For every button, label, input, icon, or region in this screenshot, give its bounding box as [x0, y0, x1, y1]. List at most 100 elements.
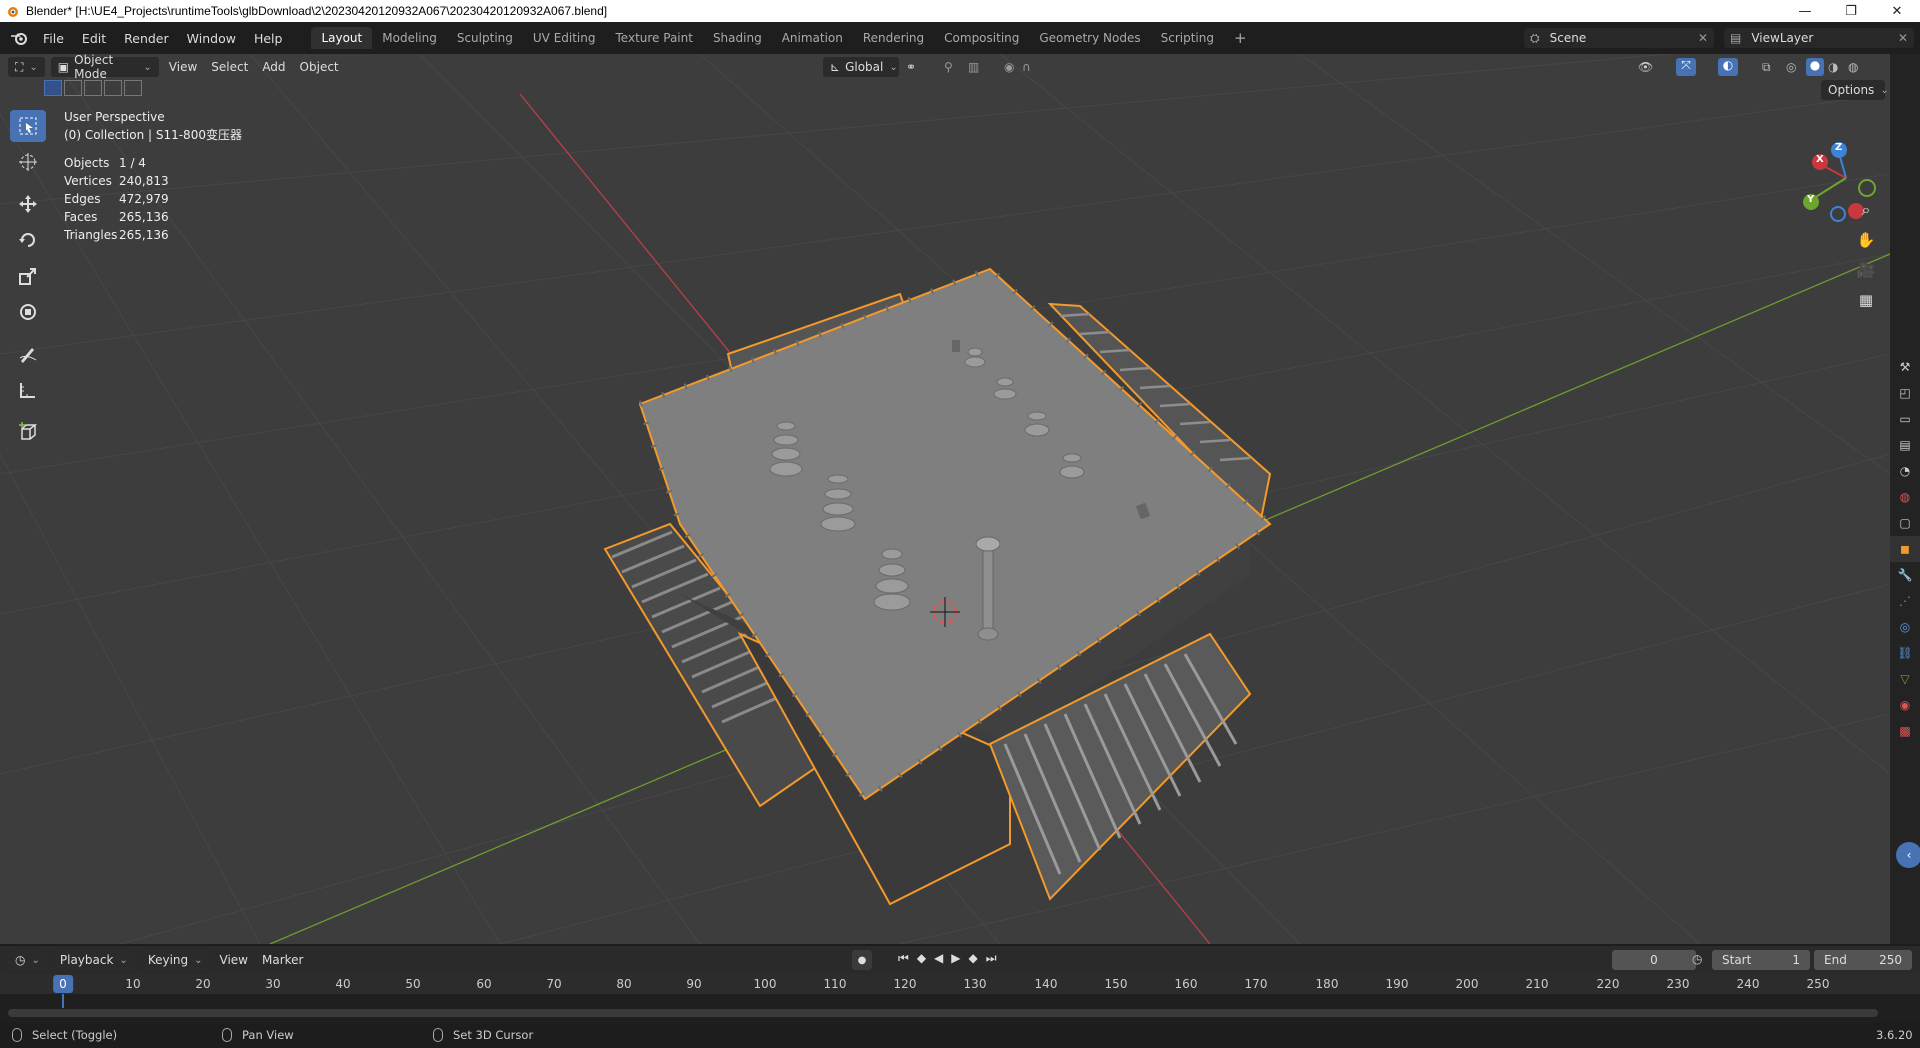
end-frame-field[interactable]: End 250 [1814, 950, 1912, 970]
camera-view-icon[interactable]: 🎥 [1852, 256, 1880, 284]
menu-playback[interactable]: Playback [52, 950, 135, 970]
gizmo-y-label[interactable]: Y [1807, 194, 1814, 205]
3d-viewport[interactable]: Z X Y User Perspective (0) Collection | … [0, 54, 1890, 944]
playhead-frame[interactable]: 0 [53, 975, 73, 993]
timeline-scrollbar[interactable] [8, 1009, 1878, 1017]
jump-start-icon[interactable]: ⏮ [898, 951, 909, 966]
material-properties-icon[interactable]: ◉ [1890, 692, 1920, 718]
select-extend-icon[interactable] [64, 80, 82, 96]
menu-help[interactable]: Help [245, 31, 292, 46]
mode-dropdown[interactable]: ▣ Object Mode [50, 53, 159, 81]
minimize-button[interactable]: — [1782, 0, 1828, 22]
tab-layout[interactable]: Layout [311, 27, 373, 49]
timeline-area[interactable]: 0 10 20 30 40 50 60 70 80 90 100 110 120… [0, 974, 1920, 1022]
proportional-edit-icon[interactable]: ◉ [1004, 60, 1014, 74]
menu-edit[interactable]: Edit [73, 31, 115, 46]
tool-cursor[interactable] [10, 146, 46, 178]
visibility-icon[interactable]: 👁 [1638, 60, 1653, 74]
scene-close-icon[interactable]: ✕ [1698, 31, 1708, 45]
view-layer-close-icon[interactable]: ✕ [1898, 31, 1908, 45]
tool-annotate[interactable] [10, 338, 46, 370]
rendered-shading-icon[interactable]: ◍ [1848, 60, 1858, 74]
tool-rotate[interactable] [10, 224, 46, 256]
timeline-editor-type[interactable]: ◷ [8, 950, 47, 970]
current-frame-field[interactable]: 0 [1612, 950, 1696, 970]
playhead-line[interactable] [62, 994, 64, 1008]
view-layer-selector[interactable]: ▤ ViewLayer ✕ [1724, 28, 1914, 48]
tab-uv-editing[interactable]: UV Editing [523, 27, 606, 49]
tool-scale[interactable] [10, 260, 46, 292]
menu-add[interactable]: Add [255, 57, 292, 77]
menu-view[interactable]: View [162, 57, 204, 77]
scene-selector[interactable]: ⛭ Scene ✕ [1524, 28, 1714, 48]
menu-render[interactable]: Render [115, 31, 178, 46]
data-properties-icon[interactable]: ▽ [1890, 666, 1920, 692]
texture-properties-icon[interactable]: ▩ [1890, 718, 1920, 744]
jump-end-icon[interactable]: ⏭ [986, 951, 997, 966]
tool-move[interactable] [10, 188, 46, 220]
tool-properties-icon[interactable]: ⚒ [1890, 354, 1920, 380]
perspective-toggle-icon[interactable]: ▦ [1852, 286, 1880, 314]
select-intersect-icon[interactable] [124, 80, 142, 96]
menu-keying[interactable]: Keying [140, 950, 210, 970]
modifier-properties-icon[interactable]: 🔧 [1890, 562, 1920, 588]
next-keyframe-icon[interactable]: ◆ [969, 951, 978, 966]
solid-shading-icon[interactable]: ● [1806, 58, 1824, 76]
maximize-button[interactable]: ❐ [1828, 0, 1874, 22]
frame-ruler[interactable]: 0 10 20 30 40 50 60 70 80 90 100 110 120… [0, 974, 1920, 994]
snap-icon[interactable]: ⚲ [944, 60, 953, 74]
falloff-icon[interactable]: ∩ [1022, 60, 1031, 74]
tab-rendering[interactable]: Rendering [853, 27, 934, 49]
menu-file[interactable]: File [34, 31, 73, 46]
menu-timeline-view[interactable]: View [213, 950, 255, 970]
close-button[interactable]: ✕ [1874, 0, 1920, 22]
tab-animation[interactable]: Animation [772, 27, 853, 49]
tab-sculpting[interactable]: Sculpting [447, 27, 523, 49]
play-icon[interactable]: ▶ [951, 951, 960, 966]
use-preview-range-icon[interactable]: ◷ [1692, 952, 1702, 966]
tool-transform[interactable] [10, 296, 46, 328]
options-dropdown[interactable]: Options [1821, 80, 1885, 100]
material-shading-icon[interactable]: ◑ [1828, 60, 1838, 74]
play-reverse-icon[interactable]: ◀ [934, 951, 943, 966]
pan-hand-icon[interactable]: ✋ [1852, 226, 1880, 254]
menu-object[interactable]: Object [293, 57, 346, 77]
tool-select-box[interactable] [10, 110, 46, 142]
particles-properties-icon[interactable]: ⋰ [1890, 588, 1920, 614]
tab-scripting[interactable]: Scripting [1151, 27, 1224, 49]
tab-shading[interactable]: Shading [703, 27, 772, 49]
view-layer-properties-icon[interactable]: ▤ [1890, 432, 1920, 458]
start-frame-field[interactable]: Start 1 [1712, 950, 1810, 970]
menu-window[interactable]: Window [178, 31, 245, 46]
tab-texture-paint[interactable]: Texture Paint [606, 27, 703, 49]
snap-target-icon[interactable]: ▥ [968, 60, 979, 74]
tool-measure[interactable] [10, 374, 46, 406]
transform-orientation-dropdown[interactable]: ⊾ Global [823, 57, 899, 77]
physics-properties-icon[interactable]: ◎ [1890, 614, 1920, 640]
constraints-properties-icon[interactable]: ⛓ [1890, 640, 1920, 666]
output-properties-icon[interactable]: ▭ [1890, 406, 1920, 432]
gizmo-x-label[interactable]: X [1816, 154, 1824, 165]
scene-properties-icon[interactable]: ◔ [1890, 458, 1920, 484]
xray-icon[interactable]: ⧉ [1762, 60, 1771, 75]
select-invert-icon[interactable] [104, 80, 122, 96]
tab-geometry-nodes[interactable]: Geometry Nodes [1029, 27, 1150, 49]
menu-marker[interactable]: Marker [255, 950, 310, 970]
zoom-icon[interactable]: ⌕ [1852, 196, 1880, 224]
blender-menu-icon[interactable] [4, 28, 34, 48]
menu-select[interactable]: Select [204, 57, 255, 77]
render-properties-icon[interactable]: ◰ [1890, 380, 1920, 406]
gizmo-toggle-icon[interactable]: ⤧ [1676, 58, 1696, 76]
pivot-icon[interactable]: ⚭ [906, 60, 916, 74]
tab-compositing[interactable]: Compositing [934, 27, 1029, 49]
overlay-toggle-icon[interactable]: ◐ [1718, 58, 1738, 76]
select-new-icon[interactable] [44, 80, 62, 96]
record-button[interactable]: ● [852, 950, 872, 970]
prev-keyframe-icon[interactable]: ◆ [917, 951, 926, 966]
collapse-sidebar-button[interactable]: ‹ [1896, 842, 1920, 868]
tab-modeling[interactable]: Modeling [372, 27, 447, 49]
gizmo-z-label[interactable]: Z [1835, 142, 1842, 153]
select-subtract-icon[interactable] [84, 80, 102, 96]
add-workspace-button[interactable]: + [1224, 27, 1257, 49]
collection-properties-icon[interactable]: ▢ [1890, 510, 1920, 536]
